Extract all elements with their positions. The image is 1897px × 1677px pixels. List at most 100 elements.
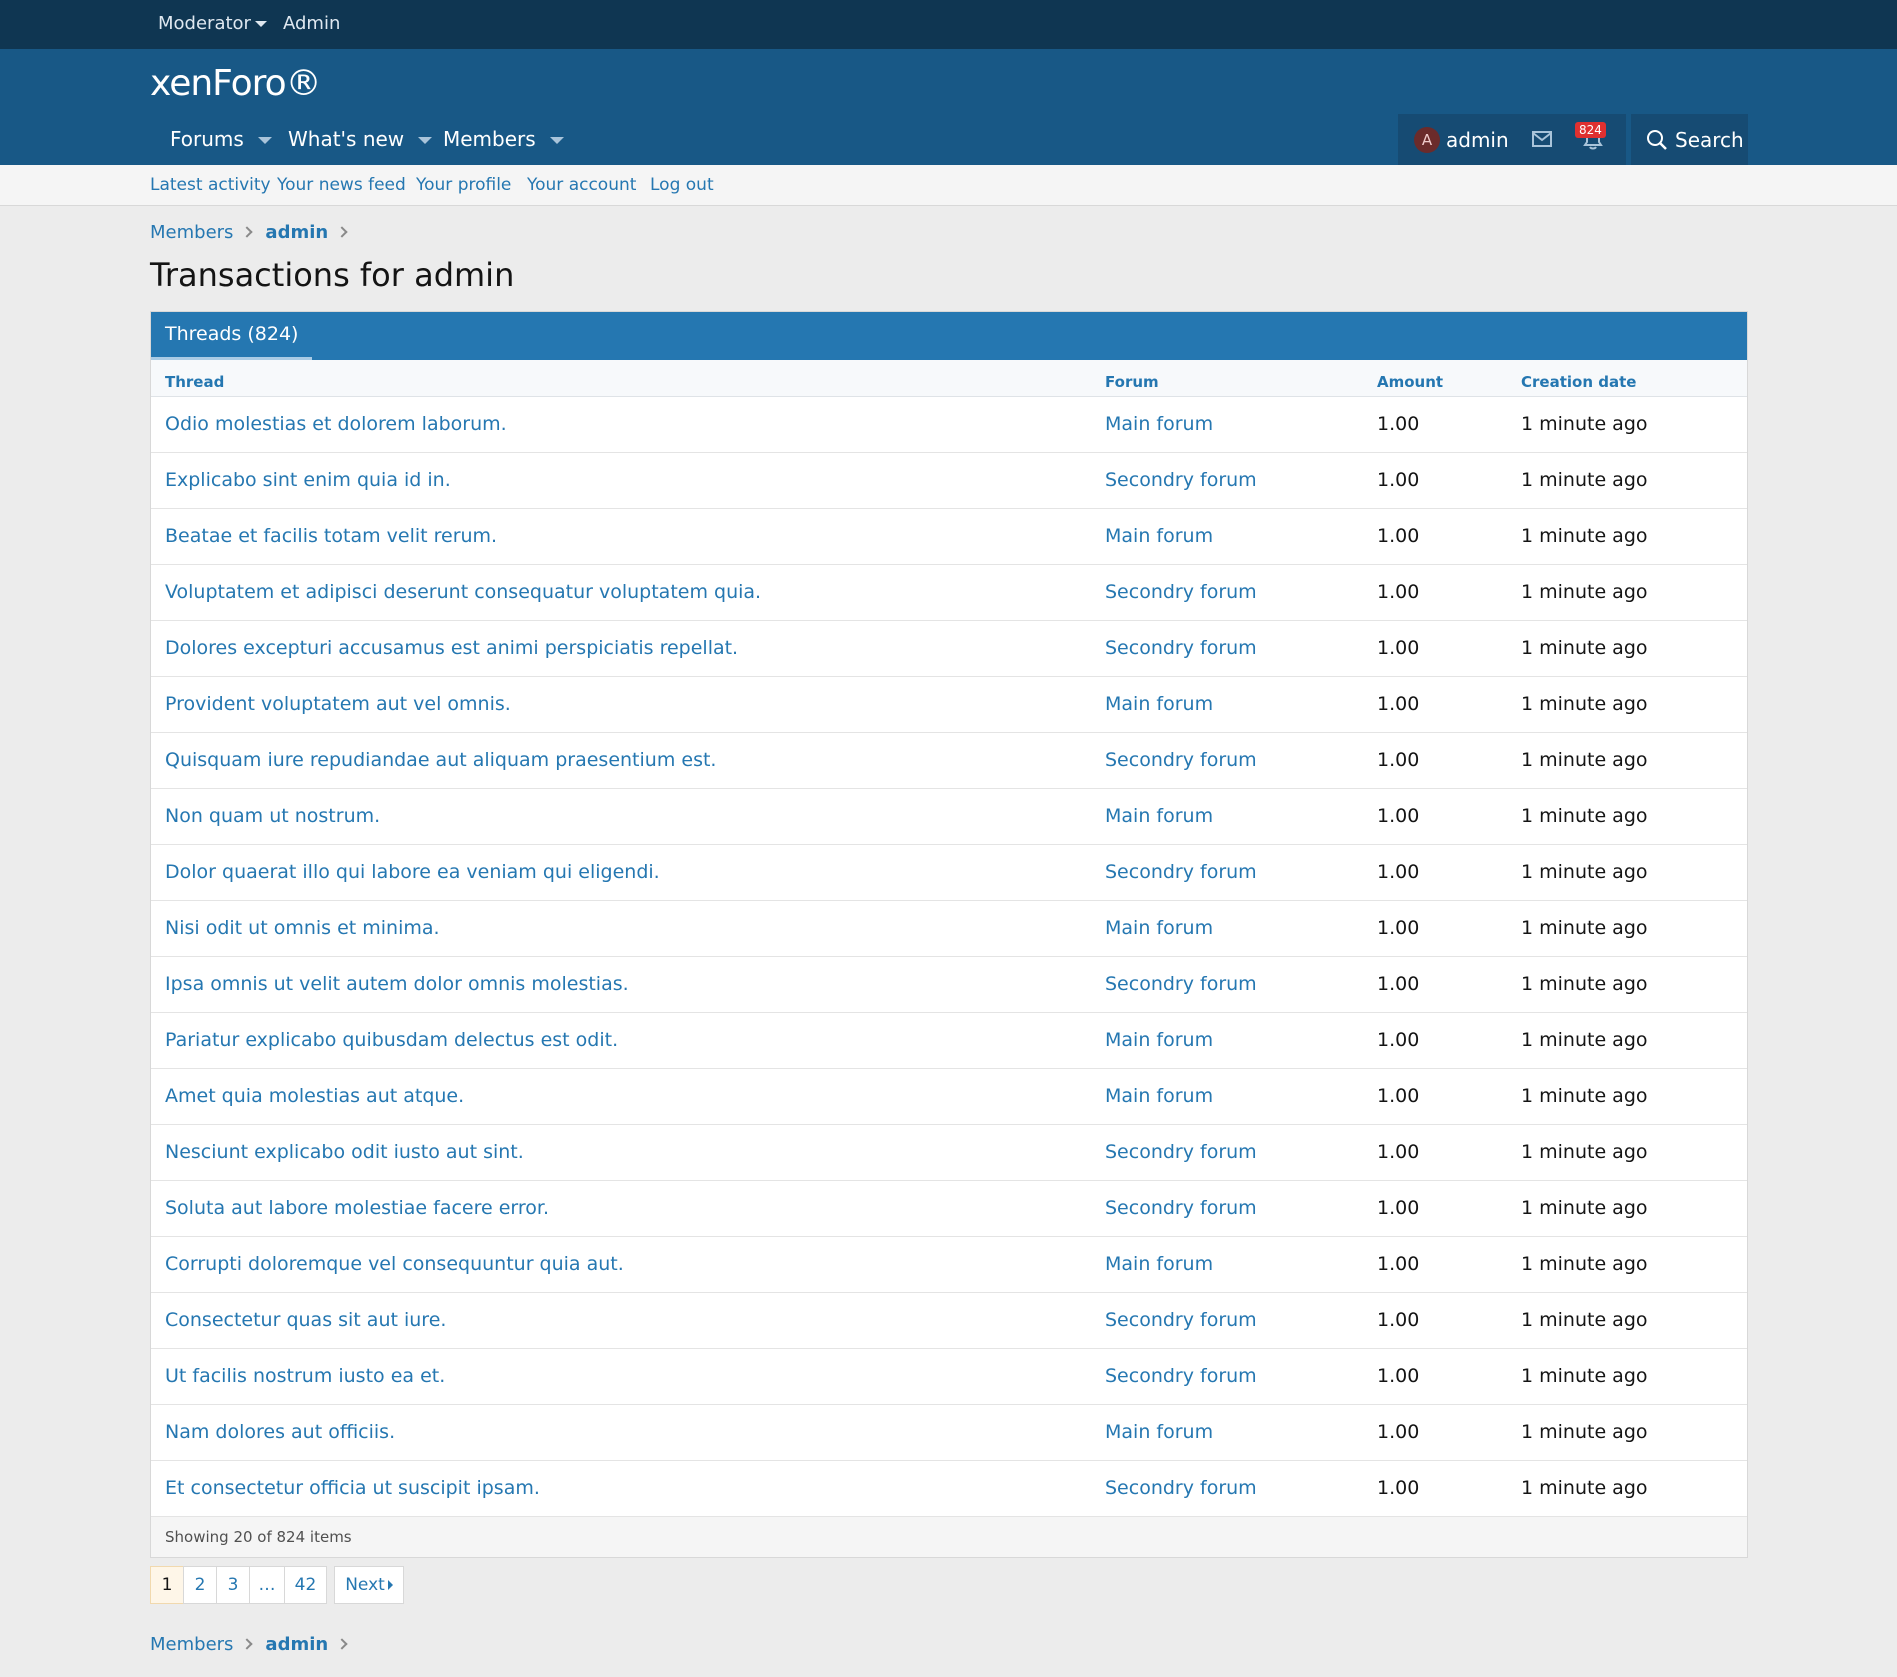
news-feed-link[interactable]: Your news feed xyxy=(277,175,406,195)
forum-link[interactable]: Secondry forum xyxy=(1091,620,1363,677)
moderator-label: Moderator xyxy=(158,13,251,34)
admin-link[interactable]: Admin xyxy=(283,13,340,34)
breadcrumb-members[interactable]: Members xyxy=(150,222,233,243)
thread-link[interactable]: Ipsa omnis ut velit autem dolor omnis mo… xyxy=(151,956,1091,1013)
forum-link[interactable]: Main forum xyxy=(1091,900,1363,957)
table-footer: Showing 20 of 824 items xyxy=(151,1516,1747,1557)
thread-link[interactable]: Amet quia molestias aut atque. xyxy=(151,1068,1091,1125)
table-row: Voluptatem et adipisci deserunt consequa… xyxy=(151,564,1747,621)
thread-link[interactable]: Provident voluptatem aut vel omnis. xyxy=(151,676,1091,733)
thread-link[interactable]: Odio molestias et dolorem laborum. xyxy=(151,396,1091,453)
tab-threads[interactable]: Threads (824) xyxy=(151,312,313,360)
profile-link[interactable]: Your profile xyxy=(416,175,511,195)
thread-link[interactable]: Dolores excepturi accusamus est animi pe… xyxy=(151,620,1091,677)
table-row: Amet quia molestias aut atque. Main forum… xyxy=(151,1068,1747,1125)
nav-tab-members[interactable]: Members xyxy=(443,127,564,151)
latest-activity-link[interactable]: Latest activity xyxy=(150,175,271,195)
forum-link[interactable]: Secondry forum xyxy=(1091,1348,1363,1405)
date-cell: 1 minute ago xyxy=(1507,1180,1747,1237)
amount-cell: 1.00 xyxy=(1363,1404,1507,1461)
amount-cell: 1.00 xyxy=(1363,676,1507,733)
thread-link[interactable]: Non quam ut nostrum. xyxy=(151,788,1091,845)
breadcrumb-user[interactable]: admin xyxy=(265,222,328,243)
thread-link[interactable]: Explicabo sint enim quia id in. xyxy=(151,452,1091,509)
forum-link[interactable]: Main forum xyxy=(1091,676,1363,733)
alert-count-badge: 824 xyxy=(1575,122,1606,138)
forum-link[interactable]: Secondry forum xyxy=(1091,844,1363,901)
date-cell: 1 minute ago xyxy=(1507,1348,1747,1405)
page-jump-button[interactable]: … xyxy=(249,1566,285,1604)
forum-link[interactable]: Main forum xyxy=(1091,788,1363,845)
forum-link[interactable]: Secondry forum xyxy=(1091,452,1363,509)
moderator-menu[interactable]: Moderator xyxy=(158,13,267,34)
date-cell: 1 minute ago xyxy=(1507,1292,1747,1349)
tab-bar: Threads (824) xyxy=(151,312,1747,360)
nav-tab-forums[interactable]: Forums xyxy=(170,127,272,151)
breadcrumb-members[interactable]: Members xyxy=(150,1634,233,1655)
chevron-right-icon xyxy=(241,1638,254,1650)
forum-link[interactable]: Main forum xyxy=(1091,1236,1363,1293)
forum-link[interactable]: Main forum xyxy=(1091,396,1363,453)
breadcrumb-bottom: Members admin xyxy=(150,1634,360,1655)
search-button[interactable]: Search xyxy=(1631,114,1748,165)
sub-navigation: Latest activity Your news feed Your prof… xyxy=(0,165,1897,206)
thread-link[interactable]: Corrupti doloremque vel consequuntur qui… xyxy=(151,1236,1091,1293)
nav-tab-whats-new[interactable]: What's new xyxy=(288,127,433,151)
column-header-forum: Forum xyxy=(1091,360,1363,397)
page-1-button[interactable]: 1 xyxy=(150,1566,184,1604)
forum-link[interactable]: Secondry forum xyxy=(1091,1292,1363,1349)
next-page-button[interactable]: Next xyxy=(334,1566,404,1604)
registered-mark: ® xyxy=(285,63,322,104)
chevron-down-icon[interactable] xyxy=(257,137,272,144)
forum-link[interactable]: Secondry forum xyxy=(1091,1124,1363,1181)
table-row: Ut facilis nostrum iusto ea et. Secondry … xyxy=(151,1348,1747,1405)
thread-link[interactable]: Voluptatem et adipisci deserunt consequa… xyxy=(151,564,1091,621)
forum-link[interactable]: Main forum xyxy=(1091,1012,1363,1069)
site-logo[interactable]: xenForo® xyxy=(150,63,322,104)
envelope-icon[interactable] xyxy=(1532,131,1552,151)
date-cell: 1 minute ago xyxy=(1507,1236,1747,1293)
thread-link[interactable]: Nam dolores aut officiis. xyxy=(151,1404,1091,1461)
date-cell: 1 minute ago xyxy=(1507,676,1747,733)
avatar[interactable]: A xyxy=(1414,127,1440,153)
amount-cell: 1.00 xyxy=(1363,1068,1507,1125)
thread-link[interactable]: Consectetur quas sit aut iure. xyxy=(151,1292,1091,1349)
page-2-button[interactable]: 2 xyxy=(183,1566,217,1604)
table-row: Quisquam iure repudiandae aut aliquam pr… xyxy=(151,732,1747,789)
forum-link[interactable]: Secondry forum xyxy=(1091,732,1363,789)
breadcrumb-user[interactable]: admin xyxy=(265,1634,328,1655)
thread-link[interactable]: Et consectetur officia ut suscipit ipsam… xyxy=(151,1460,1091,1517)
table-row: Pariatur explicabo quibusdam delectus es… xyxy=(151,1012,1747,1069)
thread-link[interactable]: Nesciunt explicabo odit iusto aut sint. xyxy=(151,1124,1091,1181)
thread-link[interactable]: Nisi odit ut omnis et minima. xyxy=(151,900,1091,957)
page-42-button[interactable]: 42 xyxy=(284,1566,327,1604)
nav-tab-members-label: Members xyxy=(443,127,536,151)
forum-link[interactable]: Secondry forum xyxy=(1091,564,1363,621)
forum-link[interactable]: Secondry forum xyxy=(1091,1460,1363,1517)
table-row: Dolor quaerat illo qui labore ea veniam … xyxy=(151,844,1747,901)
thread-link[interactable]: Dolor quaerat illo qui labore ea veniam … xyxy=(151,844,1091,901)
chevron-down-icon[interactable] xyxy=(549,137,564,144)
logout-link[interactable]: Log out xyxy=(650,175,714,195)
chevron-down-icon[interactable] xyxy=(418,137,433,144)
forum-link[interactable]: Main forum xyxy=(1091,508,1363,565)
account-settings-link[interactable]: Your account xyxy=(527,175,636,195)
date-cell: 1 minute ago xyxy=(1507,900,1747,957)
forum-link[interactable]: Secondry forum xyxy=(1091,1180,1363,1237)
nav-tab-whats-new-label: What's new xyxy=(288,127,405,151)
staff-bar: Moderator Admin xyxy=(0,0,1897,49)
forum-link[interactable]: Main forum xyxy=(1091,1404,1363,1461)
thread-link[interactable]: Soluta aut labore molestiae facere error… xyxy=(151,1180,1091,1237)
thread-link[interactable]: Beatae et facilis totam velit rerum. xyxy=(151,508,1091,565)
date-cell: 1 minute ago xyxy=(1507,732,1747,789)
thread-link[interactable]: Pariatur explicabo quibusdam delectus es… xyxy=(151,1012,1091,1069)
thread-link[interactable]: Ut facilis nostrum iusto ea et. xyxy=(151,1348,1091,1405)
amount-cell: 1.00 xyxy=(1363,1180,1507,1237)
thread-link[interactable]: Quisquam iure repudiandae aut aliquam pr… xyxy=(151,732,1091,789)
forum-link[interactable]: Main forum xyxy=(1091,1068,1363,1125)
forum-link[interactable]: Secondry forum xyxy=(1091,956,1363,1013)
account-link[interactable]: admin xyxy=(1446,128,1509,152)
date-cell: 1 minute ago xyxy=(1507,788,1747,845)
date-cell: 1 minute ago xyxy=(1507,564,1747,621)
page-3-button[interactable]: 3 xyxy=(216,1566,250,1604)
